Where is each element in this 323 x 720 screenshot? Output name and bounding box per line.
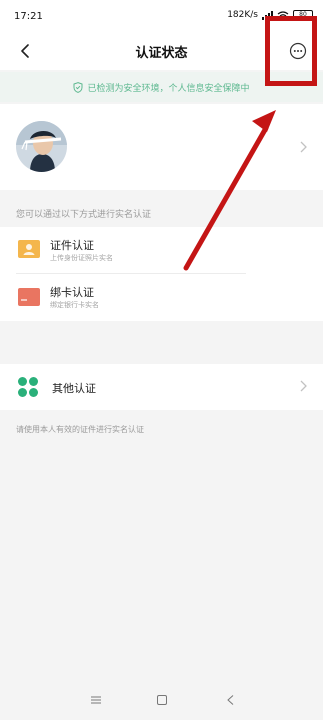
annotation-arrow [183, 110, 276, 271]
